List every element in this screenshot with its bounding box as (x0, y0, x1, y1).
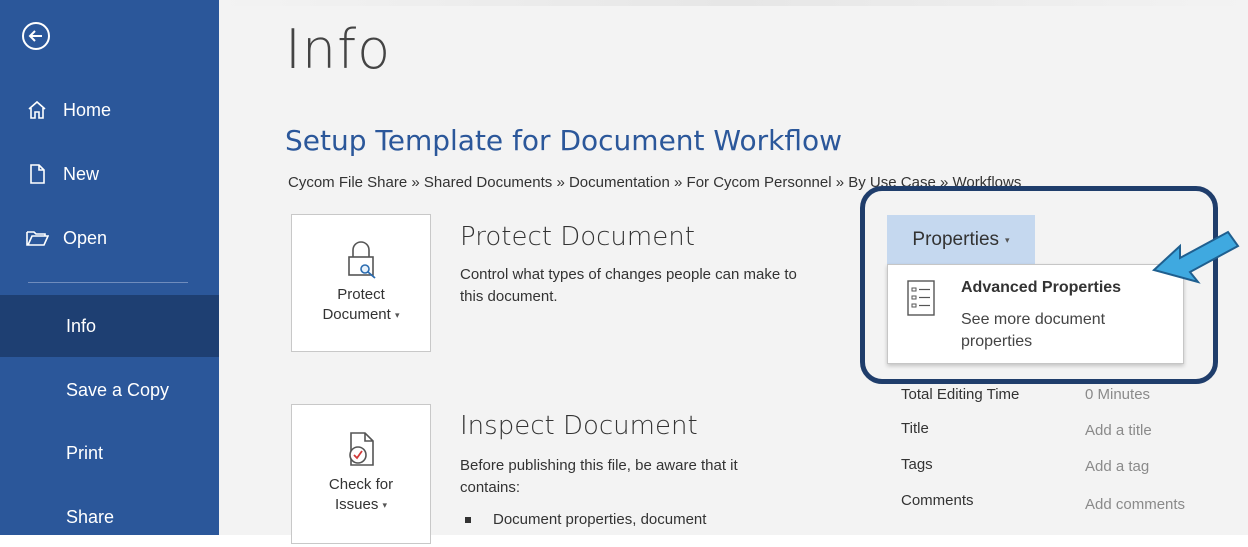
sidebar-item-home[interactable]: Home (0, 80, 219, 140)
arrow-pointer-icon (1151, 230, 1240, 284)
advanced-properties-icon (906, 279, 936, 319)
check-for-issues-button[interactable]: Check for Issues ▾ (291, 404, 431, 544)
sidebar-item-info[interactable]: Info (0, 295, 219, 357)
sidebar-item-label: Info (66, 315, 97, 336)
advanced-properties-title[interactable]: Advanced Properties (961, 279, 1121, 297)
comments-value-field[interactable]: Add comments (1085, 496, 1185, 513)
sidebar-item-label: Save a Copy (66, 379, 170, 400)
sidebar-item-label: Share (66, 506, 115, 527)
properties-label: Properties (912, 229, 1000, 250)
sidebar-divider (28, 282, 188, 283)
sidebar-item-label: Open (63, 227, 108, 248)
bullet-icon (465, 517, 471, 524)
property-key: Comments (901, 492, 974, 509)
properties-dropdown-button[interactable]: Properties ▾ (887, 215, 1035, 265)
properties-menu: Advanced Properties See more document pr… (887, 264, 1184, 364)
backstage-sidebar: Home New Open Info Save a Copy Print Sha… (0, 0, 219, 535)
protect-tile-line2: Document (322, 306, 391, 323)
lock-key-icon (341, 239, 381, 279)
inspect-document-icon (341, 429, 381, 469)
property-key: Tags (901, 456, 933, 473)
property-row-tags: Tags (901, 456, 933, 473)
home-icon (25, 98, 49, 122)
property-row-total-editing-time: Total Editing Time 0 Minutes (901, 384, 1201, 402)
sidebar-item-new[interactable]: New (0, 144, 219, 204)
top-decoration (219, 0, 1248, 6)
protect-heading: Protect Document (460, 222, 695, 252)
inspect-description: Before publishing this file, be aware th… (460, 457, 738, 496)
document-title: Setup Template for Document Workflow (285, 124, 842, 157)
inspect-tile-line1: Check for (328, 476, 394, 493)
protect-description: Control what types of changes people can… (460, 266, 797, 305)
property-value: 0 Minutes (1085, 386, 1151, 402)
chevron-down-icon: ▾ (382, 500, 388, 511)
inspect-heading: Inspect Document (460, 411, 698, 441)
sidebar-item-open[interactable]: Open (0, 208, 219, 268)
sidebar-item-share[interactable]: Share (0, 487, 219, 547)
new-document-icon (25, 162, 49, 186)
property-key: Title (901, 420, 929, 437)
sidebar-item-label: New (63, 163, 100, 184)
inspect-bullet: Document properties, document (465, 511, 706, 528)
tags-value-field[interactable]: Add a tag (1085, 458, 1149, 475)
page-title: Info (285, 18, 392, 81)
property-row-title: Title (901, 420, 929, 437)
inspect-tile-line2: Issues (334, 496, 379, 513)
breadcrumb[interactable]: Cycom File Share » Shared Documents » Do… (288, 174, 1183, 191)
sidebar-item-print[interactable]: Print (0, 423, 219, 483)
protect-document-button[interactable]: Protect Document ▾ (291, 214, 431, 352)
protect-tile-line1: Protect (337, 286, 385, 303)
title-value-field[interactable]: Add a title (1085, 422, 1152, 439)
sidebar-item-label: Home (63, 99, 112, 120)
back-arrow-icon[interactable] (22, 22, 50, 50)
open-folder-icon (25, 226, 49, 250)
sidebar-item-save-a-copy[interactable]: Save a Copy (0, 360, 219, 420)
sidebar-item-label: Print (66, 442, 104, 463)
property-row-comments: Comments (901, 492, 974, 509)
chevron-down-icon: ▾ (395, 310, 400, 321)
property-key: Total Editing Time (901, 386, 1020, 402)
chevron-down-icon: ▾ (1005, 234, 1010, 245)
advanced-properties-description: See more document properties (961, 311, 1106, 350)
inspect-bullet-text: Document properties, document (493, 511, 707, 528)
